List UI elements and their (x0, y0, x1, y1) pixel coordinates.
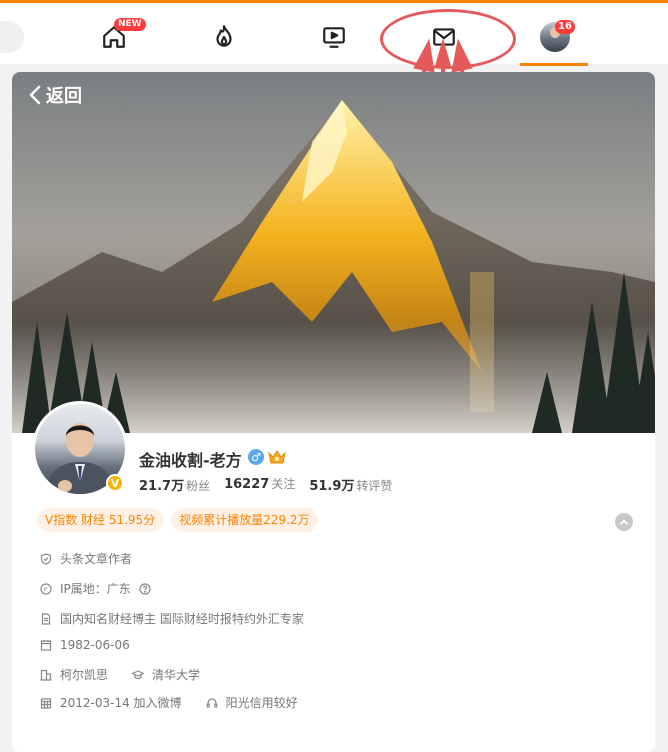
active-tab-indicator (520, 63, 588, 66)
new-badge: NEW (114, 18, 146, 31)
notification-count-badge: 16 (555, 20, 575, 34)
stat-followers[interactable]: 21.7万 粉丝 (139, 475, 210, 494)
info-birthday: 1982-06-06 (40, 638, 130, 652)
nav-home[interactable]: NEW (94, 17, 146, 57)
top-nav-bar: NEW 16 (0, 0, 668, 66)
help-icon[interactable] (139, 582, 151, 595)
video-play-icon (323, 27, 345, 48)
svg-text:P: P (44, 586, 48, 593)
video-plays-tag[interactable]: 视频累计播放量229.2万 (171, 508, 318, 532)
graduation-cap-icon (132, 669, 145, 679)
search-box[interactable] (0, 21, 24, 53)
chevron-up-icon (620, 519, 628, 525)
stat-following[interactable]: 16227 关注 (224, 475, 295, 494)
highlight-ellipse (380, 9, 516, 69)
male-gender-icon: ♂ (248, 449, 264, 465)
nav-profile[interactable]: 16 (535, 17, 575, 57)
info-role: 头条文章作者 (40, 550, 132, 567)
info-joined-credit: 2012-03-14 加入微博 阳光信用较好 (40, 694, 298, 711)
back-label: 返回 (46, 86, 82, 107)
location-pin-icon: P (40, 582, 52, 595)
flame-icon (216, 25, 232, 47)
profile-card: 返回 V 金油收割-老方 ♂ 21.7万 粉丝 16227 关注 51.9万 转评赞 … (12, 72, 655, 752)
info-ip-location: P IP属地：广东 (40, 580, 151, 597)
calendar-icon (40, 640, 52, 651)
building-icon (40, 669, 52, 681)
profile-username: 金油收割-老方 (139, 451, 242, 470)
document-icon (41, 612, 51, 625)
nav-hot[interactable] (204, 17, 244, 57)
back-button[interactable]: 返回 (28, 82, 82, 108)
stat-interactions: 51.9万 转评赞 (309, 479, 393, 494)
crown-member-icon[interactable] (267, 448, 287, 466)
mountain-illustration (12, 100, 655, 433)
collapse-button[interactable] (615, 513, 633, 531)
profile-stats: 21.7万 粉丝 16227 关注 51.9万 转评赞 (139, 475, 392, 494)
verified-badge: V (106, 474, 124, 492)
calendar-grid-icon (40, 697, 52, 709)
cover-image: 返回 (12, 72, 655, 433)
chevron-left-icon (29, 85, 41, 105)
nav-video[interactable] (314, 17, 354, 57)
info-bio: 国内知名财经博主 国际财经时报特约外汇专家 (40, 610, 304, 627)
headset-icon (206, 697, 217, 708)
v-index-tag[interactable]: V指数 财经 51.95分 (37, 508, 164, 532)
profile-tags: V指数 财经 51.95分 视频累计播放量229.2万 (37, 508, 318, 532)
info-work-education: 柯尔凯思 清华大学 (40, 666, 200, 683)
shield-check-icon (40, 552, 52, 565)
